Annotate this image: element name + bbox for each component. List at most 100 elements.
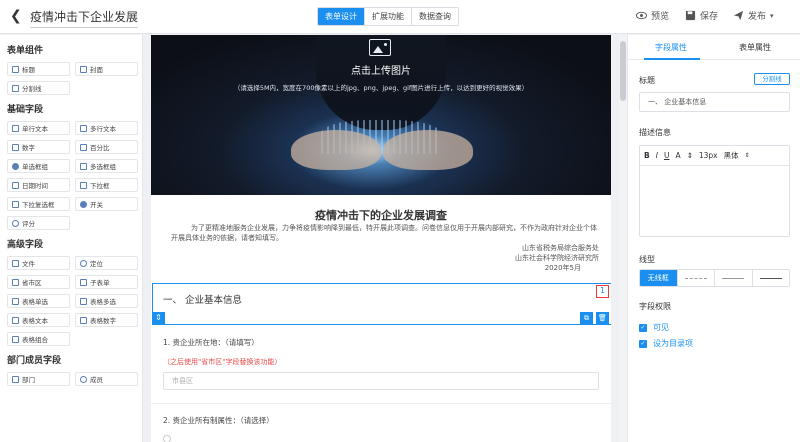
group-title: 高级字段 xyxy=(7,240,44,250)
palette-item-subform[interactable]: 子表单 xyxy=(75,275,138,289)
location-pin-icon xyxy=(80,259,87,267)
user-icon xyxy=(80,375,87,383)
palette-item-location[interactable]: 定位 xyxy=(75,256,138,270)
tab-data-query[interactable]: 数据查询 xyxy=(411,8,458,25)
title-input[interactable]: 一、 企业基本信息 xyxy=(639,92,790,112)
palette-item-table-combo[interactable]: 表格组合 xyxy=(7,332,70,346)
tab-field-properties[interactable]: 字段属性 xyxy=(655,42,687,53)
form-description: 为了更精准地服务企业发展，力争将疫情影响降到最低，特开展此项调查。问卷信息仅用于… xyxy=(171,224,597,242)
upload-icon xyxy=(12,259,19,267)
trash-icon[interactable]: 🗑 xyxy=(596,312,609,325)
description-editor[interactable]: B I U A ⇕ 13px 黑体 ⇕ xyxy=(639,145,790,237)
linetype-dashed[interactable] xyxy=(676,270,715,286)
palette-item-multi-line[interactable]: 多行文本 xyxy=(75,121,138,135)
publish-button[interactable]: 发布 ▾ xyxy=(733,9,774,22)
palette-item-multi-dropdown[interactable]: 下拉复选框 xyxy=(7,197,70,211)
palette-item-table-checkbox[interactable]: 表格多选 xyxy=(75,294,138,308)
checkmark-icon: ✓ xyxy=(639,339,647,348)
radio-option[interactable] xyxy=(163,435,171,442)
tab-form-design[interactable]: 表单设计 xyxy=(318,8,364,25)
palette-item-table-radio[interactable]: 表格单选 xyxy=(7,294,70,308)
cover-hand xyxy=(291,130,381,170)
font-size-select[interactable]: 13px xyxy=(699,151,718,160)
back-arrow-icon[interactable]: ❮ xyxy=(10,8,26,26)
form-title: 疫情冲击下的企业发展调查 xyxy=(315,209,447,222)
palette-item-single-line[interactable]: 单行文本 xyxy=(7,121,70,135)
linetype-label: 线型 xyxy=(639,255,655,264)
palette-item-percent[interactable]: 百分比 xyxy=(75,140,138,154)
multi-dropdown-icon xyxy=(12,200,19,208)
component-palette: 表单组件 标题 封面 分割线 基础字段 单行文本 多行文本 数字 百分比 单选框… xyxy=(0,35,143,442)
permission-label: 字段权限 xyxy=(639,302,671,311)
eye-icon xyxy=(636,11,647,20)
group-title: 部门成员字段 xyxy=(7,356,62,366)
copy-icon[interactable]: ⧉ xyxy=(580,312,593,325)
percent-icon xyxy=(80,143,87,151)
table-icon xyxy=(80,297,87,305)
form-canvas: 点击上传图片 （请选择5M内，宽度在700像素以上的jpg、png、jpeg、g… xyxy=(151,35,611,442)
palette-item-datetime[interactable]: 日期时间 xyxy=(7,178,70,192)
palette-item-title[interactable]: 标题 xyxy=(7,62,70,76)
visible-checkbox[interactable]: ✓ 可见 xyxy=(639,322,669,333)
tab-form-properties[interactable]: 表单属性 xyxy=(739,42,771,53)
linetype-thick[interactable] xyxy=(751,270,790,286)
upload-link[interactable]: 点击上传图片 xyxy=(151,62,611,77)
question-divider xyxy=(151,403,611,404)
palette-item-region[interactable]: 省市区 xyxy=(7,275,70,289)
drag-handle-icon[interactable]: ⇕ xyxy=(152,312,165,325)
text-color-icon[interactable]: A xyxy=(675,151,680,160)
chevron-down-icon: ▾ xyxy=(770,11,774,20)
chevron-updown-icon[interactable]: ⇕ xyxy=(745,152,750,159)
palette-item-cover[interactable]: 封面 xyxy=(75,62,138,76)
table-icon xyxy=(12,335,19,343)
linetype-none[interactable]: 无线框 xyxy=(640,270,677,286)
image-icon xyxy=(80,65,87,73)
palette-item-file[interactable]: 文件 xyxy=(7,256,70,270)
toggle-icon xyxy=(80,200,87,208)
palette-item-table-text[interactable]: 表格文本 xyxy=(7,313,70,327)
bold-icon[interactable]: B xyxy=(644,151,650,160)
linetype-selector: 无线框 xyxy=(639,269,790,287)
scrollbar-thumb[interactable] xyxy=(620,41,626,101)
solid-line-icon xyxy=(722,277,745,279)
palette-item-number[interactable]: 数字 xyxy=(7,140,70,154)
palette-item-switch[interactable]: 开关 xyxy=(75,197,138,211)
selected-section-title[interactable]: 一、 企业基本信息 1 ⇕ ⧉ 🗑 xyxy=(152,283,611,325)
tab-extensions[interactable]: 扩展功能 xyxy=(364,8,411,25)
checkmark-icon: ✓ xyxy=(639,323,647,332)
palette-item-checkbox-group[interactable]: 多选框组 xyxy=(75,159,138,173)
divider-toggle-button[interactable]: 分割线 xyxy=(754,73,790,85)
palette-item-divider[interactable]: 分割线 xyxy=(7,81,70,95)
table-icon xyxy=(80,316,87,324)
image-upload-icon[interactable] xyxy=(369,39,391,56)
group-title: 表单组件 xyxy=(7,46,44,56)
section-index-badge: 1 xyxy=(596,285,609,298)
preview-label: 预览 xyxy=(651,12,670,22)
catalog-checkbox[interactable]: ✓ 设为目录项 xyxy=(639,338,693,349)
location-input[interactable]: 市县区 xyxy=(163,372,599,390)
group-title: 基础字段 xyxy=(7,105,44,115)
palette-item-dropdown[interactable]: 下拉框 xyxy=(75,178,138,192)
save-button[interactable]: 保存 xyxy=(685,9,718,22)
preview-button[interactable]: 预览 xyxy=(636,9,669,22)
cover-image[interactable]: 点击上传图片 （请选择5M内，宽度在700像素以上的jpg、png、jpeg、g… xyxy=(151,35,611,195)
canvas-scrollbar[interactable] xyxy=(619,35,627,442)
properties-tabs: 字段属性 表单属性 xyxy=(628,35,800,60)
font-size-icon[interactable]: ⇕ xyxy=(687,151,693,160)
text-input-icon xyxy=(12,124,19,132)
palette-item-table-number[interactable]: 表格数字 xyxy=(75,313,138,327)
radio-icon xyxy=(12,162,19,170)
palette-item-department[interactable]: 部门 xyxy=(7,372,70,386)
palette-item-member[interactable]: 成员 xyxy=(75,372,138,386)
signature-date: 2020年5月 xyxy=(544,264,581,272)
palette-item-radio-group[interactable]: 单选框组 xyxy=(7,159,70,173)
top-bar: ❮ 疫情冲击下企业发展调查 表单设计 扩展功能 数据查询 预览 保存 发布 ▾ xyxy=(0,0,800,34)
form-name-input[interactable]: 疫情冲击下企业发展调查 xyxy=(30,6,138,28)
font-family-select[interactable]: 黑体 xyxy=(724,150,739,161)
section-title: 一、 企业基本信息 xyxy=(163,295,243,306)
underline-icon[interactable]: U xyxy=(664,151,670,160)
italic-icon[interactable]: I xyxy=(656,151,658,160)
palette-item-rating[interactable]: 评分 xyxy=(7,216,70,230)
linetype-solid[interactable] xyxy=(714,270,752,286)
checkbox-icon xyxy=(80,162,87,170)
